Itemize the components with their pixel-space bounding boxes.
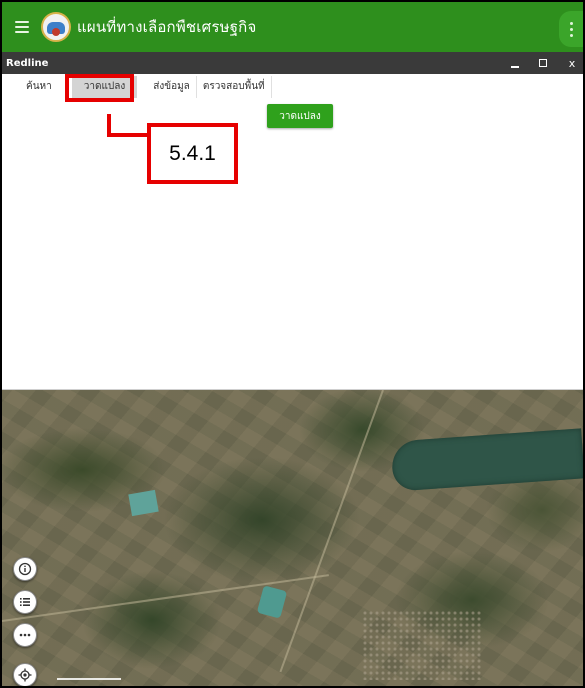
tab-send-data[interactable]: ส่งข้อมูล xyxy=(147,76,196,98)
more-vert-icon[interactable] xyxy=(559,11,583,47)
redline-window-bar[interactable]: Redline x xyxy=(2,52,583,74)
maximize-icon[interactable] xyxy=(539,59,549,67)
locate-icon[interactable] xyxy=(13,663,37,686)
close-icon[interactable]: x xyxy=(567,57,577,70)
tab-bar: ค้นหา วาดแปลง ส่งข้อมูล ตรวจสอบพื้นที่ xyxy=(2,74,583,100)
info-icon[interactable] xyxy=(13,557,37,581)
app-frame: แผนที่ทางเลือกพืชเศรษฐกิจ Redline x ค้นห… xyxy=(0,0,585,688)
map-pond xyxy=(256,585,288,619)
annotation-label: 5.4.1 xyxy=(147,123,238,184)
menu-icon[interactable] xyxy=(15,21,29,33)
map-lake xyxy=(390,428,583,492)
draw-plot-button[interactable]: วาดแปลง xyxy=(267,104,333,128)
tab-draw-plot[interactable]: วาดแปลง xyxy=(71,76,138,98)
map-pond xyxy=(128,489,159,517)
layer-list-icon[interactable] xyxy=(13,590,37,614)
annotation-connector xyxy=(107,133,151,137)
map-scale-bar xyxy=(57,678,121,680)
tab-check-area[interactable]: ตรวจสอบพื้นที่ xyxy=(195,76,272,98)
window-controls: x xyxy=(511,52,577,74)
window-title: Redline xyxy=(6,57,49,69)
satellite-map[interactable] xyxy=(2,390,583,686)
app-title: แผนที่ทางเลือกพืชเศรษฐกิจ xyxy=(77,18,257,36)
map-village xyxy=(362,610,482,680)
minimize-icon[interactable] xyxy=(511,58,521,68)
department-logo xyxy=(41,12,71,42)
tab-search[interactable]: ค้นหา xyxy=(20,76,58,98)
app-header: แผนที่ทางเลือกพืชเศรษฐกิจ xyxy=(2,2,583,52)
more-icon[interactable] xyxy=(13,623,37,647)
